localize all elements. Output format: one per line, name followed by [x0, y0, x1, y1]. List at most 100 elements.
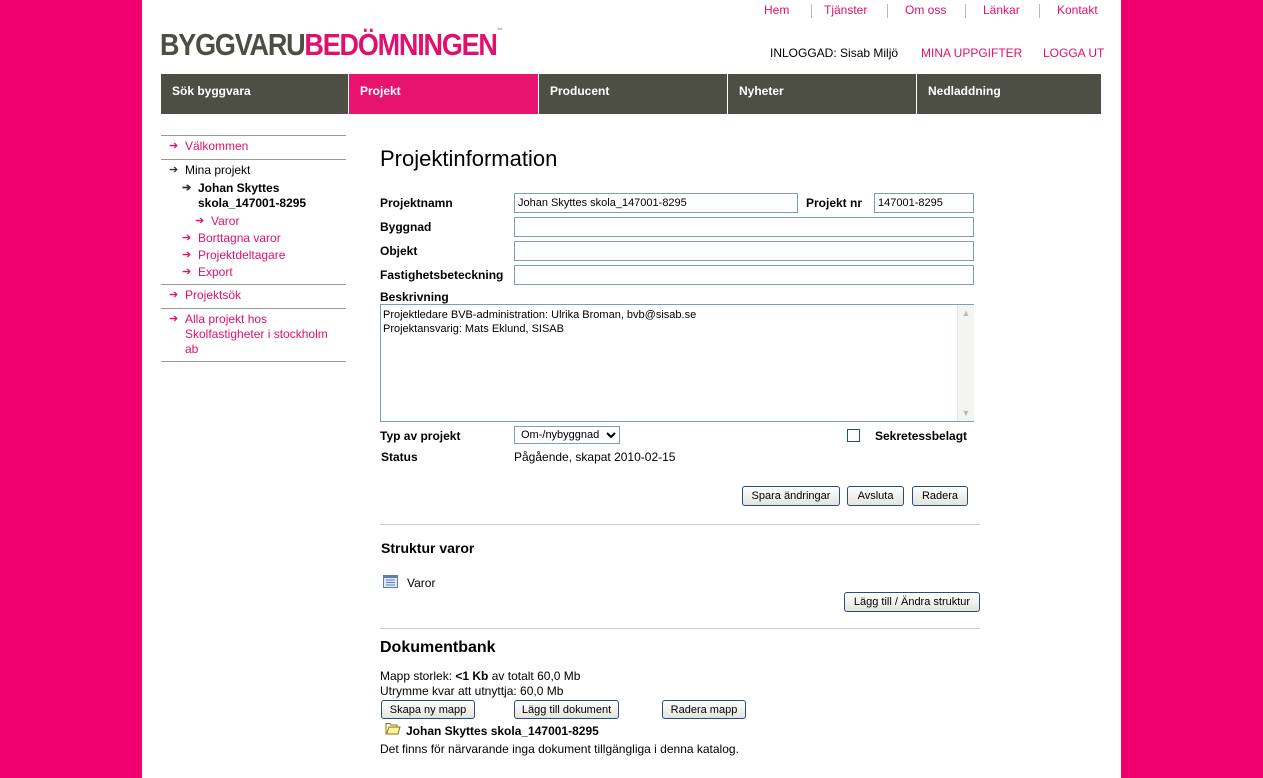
current-folder-name[interactable]: Johan Skyttes skola_147001-8295: [406, 724, 599, 738]
nav-tab-projekt[interactable]: Projekt: [349, 74, 538, 114]
sidebar-item-current-project[interactable]: ➔ Johan Skyttes: [182, 181, 279, 196]
nav-tab-nyheter[interactable]: Nyheter: [728, 74, 916, 114]
sidebar-item-projektsok[interactable]: ➔ Projektsök: [169, 288, 241, 303]
sidebar-item-varor[interactable]: ➔ Varor: [195, 214, 239, 229]
empty-folder-message: Det finns för närvarande inga dokument t…: [380, 742, 739, 756]
description-scrollbar[interactable]: ▲ ▼: [957, 305, 974, 421]
scroll-down-icon[interactable]: ▼: [958, 405, 974, 421]
property-input[interactable]: [514, 265, 974, 285]
nav-tab-sok-byggvara[interactable]: Sök byggvara: [161, 74, 348, 114]
create-folder-button[interactable]: Skapa ny mapp: [381, 700, 475, 719]
arrow-right-icon: ➔: [182, 232, 192, 244]
description-label: Beskrivning: [380, 290, 449, 304]
logo-part-1: BYGGVARU: [160, 28, 306, 62]
logged-in-info: INLOGGAD: Sisab Miljö: [770, 46, 898, 60]
structure-item-varor[interactable]: Varor: [407, 576, 435, 590]
top-link-tjanster[interactable]: Tjänster: [824, 3, 867, 17]
sidebar-divider: [161, 308, 346, 309]
nav-tab-producent[interactable]: Producent: [539, 74, 727, 114]
folder-size-value: <1 Kb: [455, 669, 489, 683]
delete-folder-button[interactable]: Radera mapp: [662, 700, 746, 719]
sidebar-item-label: Export: [198, 265, 233, 279]
project-nr-label: Projekt nr: [806, 196, 863, 210]
space-left-text: Utrymme kvar att utnyttja: 60,0 Mb: [380, 684, 564, 698]
project-type-select[interactable]: Om-/nybyggnad: [514, 426, 620, 444]
sidebar-item-label: Alla projekt hos: [185, 312, 268, 326]
folder-open-icon: [385, 723, 401, 735]
page-title: Projektinformation: [380, 146, 558, 171]
section-divider: [380, 524, 980, 525]
top-links: Hem Tjänster Om oss Länkar Kontakt: [749, 3, 1119, 19]
add-document-button[interactable]: Lägg till dokument: [514, 700, 619, 719]
sidebar-divider: [161, 159, 346, 160]
logout-link[interactable]: LOGGA UT: [1043, 46, 1104, 60]
arrow-right-icon: ➔: [169, 289, 179, 301]
object-input[interactable]: [514, 241, 974, 261]
top-link-kontakt[interactable]: Kontakt: [1057, 3, 1098, 17]
folder-size-text: Mapp storlek: <1 Kb av totalt 60,0 Mb: [380, 669, 580, 683]
sidebar-item-mina-projekt[interactable]: ➔ Mina projekt: [169, 163, 250, 178]
docbank-title: Dokumentbank: [380, 639, 496, 656]
sidebar-item-label: Johan Skyttes: [198, 181, 280, 195]
arrow-right-icon: ➔: [169, 313, 179, 325]
arrow-right-icon: ➔: [182, 249, 192, 261]
sidebar-item-valkommen[interactable]: ➔ Välkommen: [169, 139, 248, 154]
logo-trademark: ™: [496, 28, 503, 35]
building-input[interactable]: [514, 217, 974, 237]
sidebar-item-label-line2[interactable]: skola_147001-8295: [198, 196, 306, 211]
confidential-checkbox[interactable]: [847, 429, 860, 442]
top-link-om-oss[interactable]: Om oss: [905, 3, 946, 17]
project-name-input[interactable]: [514, 193, 798, 213]
sidebar-item-label: Projektsök: [185, 288, 242, 302]
sidebar-item-projektdeltagare[interactable]: ➔ Projektdeltagare: [182, 248, 285, 263]
sidebar-divider: [161, 361, 346, 362]
description-textarea[interactable]: Projektledare BVB-administration: Ulrika…: [380, 304, 974, 422]
top-link-separator: [887, 4, 888, 18]
top-link-separator: [965, 4, 966, 18]
sidebar-item-export[interactable]: ➔ Export: [182, 265, 233, 280]
list-icon: [383, 575, 398, 588]
sidebar-item-label-line3[interactable]: ab: [185, 342, 198, 357]
sidebar-item-alla-projekt[interactable]: ➔ Alla projekt hos: [169, 312, 267, 327]
logged-in-user: Sisab Miljö: [840, 46, 899, 60]
main-nav: Sök byggvara Projekt Producent Nyheter N…: [161, 74, 1101, 114]
arrow-right-icon: ➔: [195, 215, 205, 227]
sidebar-item-label: Välkommen: [185, 139, 249, 153]
folder-size-suffix: av totalt 60,0 Mb: [491, 669, 581, 683]
top-link-lankar[interactable]: Länkar: [983, 3, 1020, 17]
section-divider: [380, 628, 980, 629]
confidential-label: Sekretessbelagt: [875, 429, 968, 443]
delete-button[interactable]: Radera: [912, 486, 968, 506]
sidebar-item-label-line2[interactable]: Skolfastigheter i stockholm: [185, 327, 328, 342]
building-label: Byggnad: [380, 220, 432, 234]
top-link-separator: [1039, 4, 1040, 18]
finish-button[interactable]: Avsluta: [847, 486, 904, 506]
top-link-separator: [811, 4, 812, 18]
object-label: Objekt: [380, 244, 418, 258]
page-container: Hem Tjänster Om oss Länkar Kontakt BYGGV…: [142, 0, 1121, 778]
edit-structure-button[interactable]: Lägg till / Ändra struktur: [844, 592, 980, 612]
scroll-up-icon[interactable]: ▲: [958, 305, 974, 321]
arrow-right-icon: ➔: [169, 140, 179, 152]
project-name-label: Projektnamn: [380, 196, 453, 210]
project-type-label: Typ av projekt: [380, 429, 461, 443]
sidebar-item-label: Projektdeltagare: [198, 248, 286, 262]
sidebar-divider: [161, 135, 346, 136]
arrow-right-icon: ➔: [182, 266, 192, 278]
structure-title: Struktur varor: [381, 540, 475, 556]
arrow-right-icon: ➔: [182, 182, 192, 194]
project-nr-input[interactable]: [874, 193, 974, 213]
sidebar-item-label: Mina projekt: [185, 163, 251, 177]
site-logo[interactable]: BYGGVARUBEDÖMNINGEN™: [160, 28, 503, 63]
sidebar-item-label: Varor: [211, 214, 240, 228]
sidebar-item-label: Borttagna varor: [198, 231, 281, 245]
save-changes-button[interactable]: Spara ändringar: [742, 486, 840, 506]
my-details-link[interactable]: MINA UPPGIFTER: [921, 46, 1022, 60]
status-value: Pågående, skapat 2010-02-15: [514, 450, 676, 464]
top-link-hem[interactable]: Hem: [764, 3, 789, 17]
sidebar-item-borttagna-varor[interactable]: ➔ Borttagna varor: [182, 231, 281, 246]
logo-part-2: BEDÖMNINGEN: [304, 28, 498, 62]
nav-tab-nedladdning[interactable]: Nedladdning: [917, 74, 1101, 114]
logged-in-label: INLOGGAD:: [770, 46, 837, 60]
sidebar-divider: [161, 284, 346, 285]
